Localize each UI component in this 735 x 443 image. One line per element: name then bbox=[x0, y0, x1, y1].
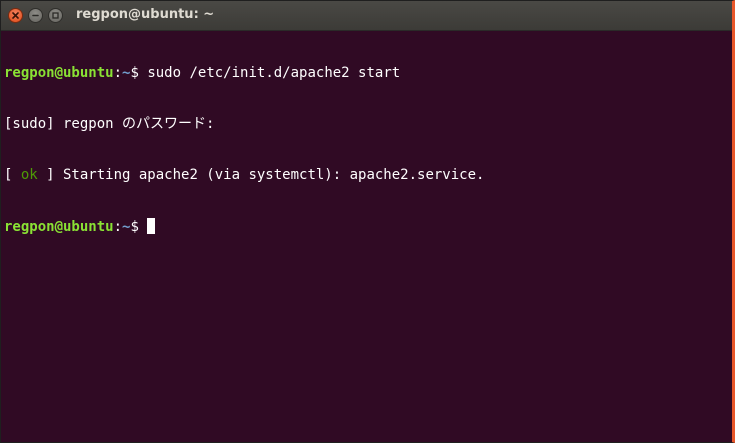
minimize-icon bbox=[32, 14, 39, 17]
terminal-line: [ ok ] Starting apache2 (via systemctl):… bbox=[4, 167, 732, 184]
prompt-symbol: $ bbox=[130, 219, 139, 235]
prompt-user-host: regpon@ubuntu bbox=[4, 219, 114, 235]
status-message: Starting apache2 (via systemctl): apache… bbox=[54, 167, 485, 183]
maximize-button[interactable] bbox=[48, 8, 63, 23]
window-title: regpon@ubuntu: ~ bbox=[76, 7, 215, 22]
terminal-output[interactable]: regpon@ubuntu:~$ sudo /etc/init.d/apache… bbox=[4, 31, 732, 442]
command-text bbox=[139, 219, 147, 235]
close-button[interactable] bbox=[8, 8, 23, 23]
terminal-line: regpon@ubuntu:~$ sudo /etc/init.d/apache… bbox=[4, 65, 732, 82]
title-bar[interactable]: regpon@ubuntu: ~ bbox=[1, 1, 732, 31]
terminal-line: [sudo] regpon のパスワード: bbox=[4, 116, 732, 133]
terminal-window: regpon@ubuntu: ~ regpon@ubuntu:~$ sudo /… bbox=[0, 0, 735, 443]
prompt-symbol: $ bbox=[130, 65, 139, 81]
prompt-separator: : bbox=[113, 219, 123, 235]
close-icon bbox=[12, 12, 19, 19]
status-bracket-close: ] bbox=[37, 167, 55, 183]
status-bracket-open: [ bbox=[4, 167, 21, 183]
terminal-line: regpon@ubuntu:~$ bbox=[4, 218, 732, 235]
text-cursor bbox=[147, 218, 156, 234]
prompt-user-host: regpon@ubuntu bbox=[4, 65, 114, 81]
prompt-separator: : bbox=[113, 65, 123, 81]
command-text: sudo /etc/init.d/apache2 start bbox=[138, 65, 401, 81]
status-ok: ok bbox=[20, 167, 38, 183]
maximize-icon bbox=[52, 12, 59, 19]
minimize-button[interactable] bbox=[28, 8, 43, 23]
sudo-password-prompt: [sudo] regpon のパスワード: bbox=[4, 116, 215, 132]
